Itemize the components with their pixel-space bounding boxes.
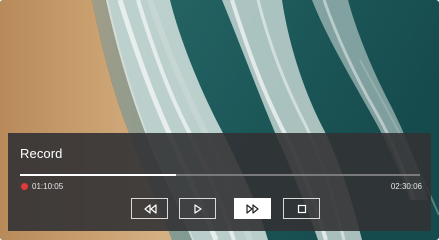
video-title: Record <box>20 146 63 161</box>
stop-button[interactable] <box>283 198 320 219</box>
progress-bar-fill <box>20 174 176 176</box>
stop-icon <box>297 204 306 213</box>
play-button[interactable] <box>179 198 216 219</box>
total-time: 02:30:06 <box>390 182 422 191</box>
current-time: 01:10:05 <box>32 182 64 191</box>
fast-forward-button[interactable] <box>234 198 271 219</box>
player-control-panel: Record 01:10:05 02:30:06 <box>8 133 431 231</box>
recording-indicator-icon <box>21 183 28 190</box>
rewind-button[interactable] <box>131 198 168 219</box>
play-icon <box>193 203 202 214</box>
rewind-icon <box>143 203 157 214</box>
fast-forward-icon <box>245 203 259 214</box>
video-player: Record 01:10:05 02:30:06 <box>0 0 439 240</box>
progress-bar[interactable] <box>20 174 420 176</box>
